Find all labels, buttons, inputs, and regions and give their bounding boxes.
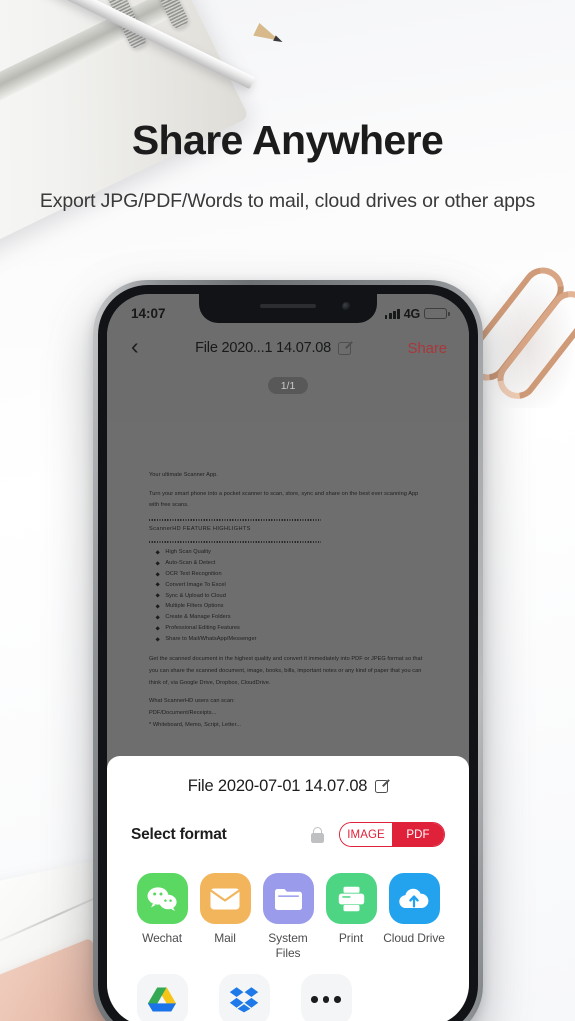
list-item: Convert Image To Excel [155,580,427,591]
edit-pencil-icon[interactable] [338,341,351,355]
share-targets-row-1: Wechat Mail System Files Print Cloud Dri… [127,873,449,961]
phone-screen: 14:07 4G ‹ File 2020...1 14.07.08 Share … [107,294,469,1021]
page-title: Share Anywhere [131,117,444,163]
diamond-bullet-icon [155,549,161,555]
more-dots-icon [300,974,352,1021]
list-item: Auto-Scan & Detect [155,558,427,569]
format-selector-row: Select format IMAGE PDF [127,822,449,847]
share-target-dropbox[interactable]: Dropbox [213,974,275,1021]
feature-label: Auto-Scan & Detect [165,559,216,566]
feature-label: Professional Editing Features [165,625,240,632]
page-indicator: 1/1 [268,377,308,394]
sheet-file-title: File 2020-07-01 14.07.08 [187,777,368,795]
diamond-bullet-icon [155,593,161,599]
list-item: Create & Manage Folders [155,612,427,623]
diamond-bullet-icon [155,615,161,621]
share-target-label: Mail [214,931,236,945]
diamond-bullet-icon [155,637,161,643]
pencil-tip-decoration [253,23,283,47]
share-target-label: Wechat [142,931,182,945]
list-item: Multiple Filters Options [155,601,427,612]
phone-bezel: 14:07 4G ‹ File 2020...1 14.07.08 Share … [98,285,478,1021]
folder-icon [262,873,314,924]
promo-page: Share Anywhere Export JPG/PDF/Words to m… [0,0,575,1021]
pencil-lead-decoration [273,35,284,45]
doc-paragraph-3-line3: * Whiteboard, Memo, Script, Letter... [149,721,242,728]
share-targets-row-2: Google [127,974,449,1021]
edit-pencil-icon[interactable] [375,780,389,793]
format-controls: IMAGE PDF [311,822,445,847]
format-option-pdf[interactable]: PDF [392,823,444,846]
share-target-label: Print [338,931,364,945]
share-target-google[interactable]: Google [131,974,193,1021]
wechat-icon [136,873,188,924]
diamond-bullet-icon [155,560,161,566]
share-target-mail[interactable]: Mail [194,873,256,961]
share-target-print[interactable]: Print [320,873,382,961]
envelope-icon [199,873,251,924]
share-target-system-files[interactable]: System Files [257,873,319,961]
list-item: Sync & Upload to Cloud [155,591,427,602]
doc-intro: Your ultimate Scanner App. [149,472,218,478]
feature-label: Share to Mail/WhatsApp/Messenger [165,636,257,643]
chevron-left-icon[interactable]: ‹ [131,335,139,358]
document-nav-bar: ‹ File 2020...1 14.07.08 Share [107,327,469,369]
feature-label: Convert Image To Excel [165,581,226,588]
list-item: Professional Editing Features [155,623,427,634]
format-option-image[interactable]: IMAGE [340,823,392,846]
divider [149,540,322,543]
format-toggle[interactable]: IMAGE PDF [339,822,445,847]
spiral-binding-decoration [104,0,149,51]
page-subtitle: Export JPG/PDF/Words to mail, cloud driv… [39,190,536,212]
lock-body [311,833,324,843]
share-target-label: System Files [268,931,308,960]
cloud-upload-icon [388,873,440,924]
battery-low-power-icon [424,308,450,319]
divider [149,519,322,522]
status-time: 14:07 [131,306,166,321]
doc-paragraph-1: Turn your smart phone into a pocket scan… [149,490,419,509]
three-dots [311,996,341,1003]
phone-mockup: 14:07 4G ‹ File 2020...1 14.07.08 Share … [93,280,483,1021]
network-type-label: 4G [403,306,420,321]
feature-label: OCR Text Recognition [165,570,222,577]
document-title-group[interactable]: File 2020...1 14.07.08 [195,340,351,356]
diamond-bullet-icon [155,571,161,577]
signal-bars-icon [384,308,400,319]
google-drive-icon [136,974,188,1021]
share-target-cloud-drive[interactable]: Cloud Drive [383,873,445,961]
doc-paragraph-3-line2: PDF/Document/Receipts... [149,710,217,717]
share-sheet: File 2020-07-01 14.07.08 Select format I… [107,756,469,1021]
status-bar: 14:07 4G [107,294,469,327]
doc-paragraph-2: Get the scanned document in the highest … [149,656,423,686]
diamond-bullet-icon [155,582,161,588]
document-title: File 2020...1 14.07.08 [195,340,331,356]
doc-feature-list: High Scan Quality Auto-Scan & Detect OCR… [155,547,427,645]
share-button[interactable]: Share [407,340,447,357]
share-target-label: Cloud Drive [383,931,445,945]
doc-paragraph-3-line1: What ScannerHD users can scan: [149,698,235,705]
sheet-file-title-group[interactable]: File 2020-07-01 14.07.08 [127,777,449,796]
list-item: Share to Mail/WhatsApp/Messenger [155,634,427,645]
list-item: High Scan Quality [155,547,427,558]
printer-icon [325,873,377,924]
select-format-label: Select format [131,825,227,843]
dropbox-icon [218,974,270,1021]
diamond-bullet-icon [155,604,161,610]
feature-label: Multiple Filters Options [165,603,224,610]
feature-label: Sync & Upload to Cloud [165,592,226,599]
share-target-more[interactable]: More [295,974,357,1021]
feature-label: High Scan Quality [165,548,212,555]
share-target-wechat[interactable]: Wechat [131,873,193,961]
list-item: OCR Text Recognition [155,569,427,580]
diamond-bullet-icon [155,626,161,632]
doc-features-heading: ScannerHD FEATURE HIGHLIGHTS [149,526,251,533]
feature-label: Create & Manage Folders [165,614,231,621]
lock-icon[interactable] [311,826,324,843]
status-indicators: 4G [384,306,450,321]
spiral-binding-decoration [146,0,191,31]
